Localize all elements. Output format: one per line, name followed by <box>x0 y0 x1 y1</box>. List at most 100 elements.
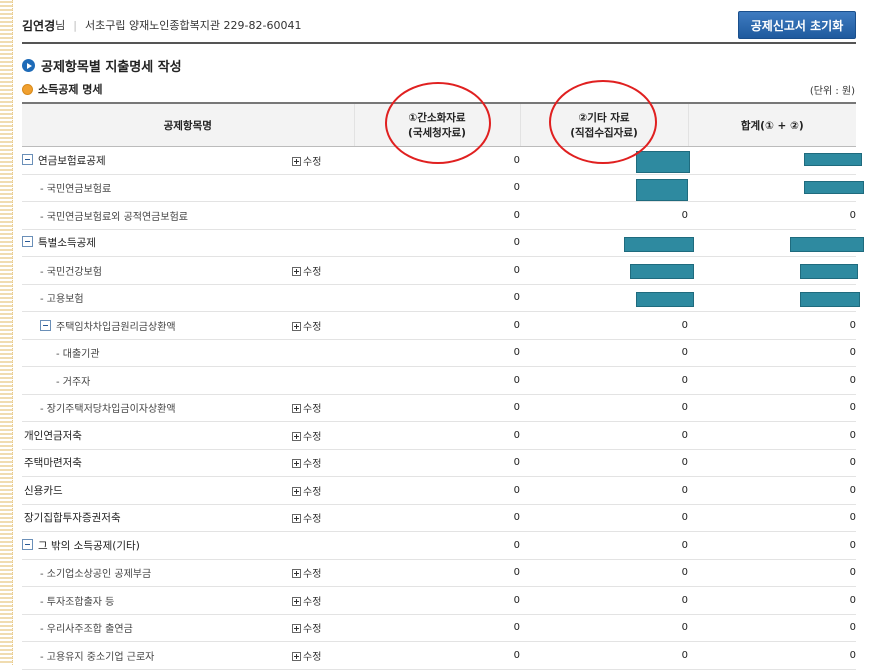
simple-value: 0 <box>354 586 520 615</box>
sum-value: 0 <box>688 586 856 615</box>
edit-button[interactable]: 수정 <box>303 459 321 470</box>
sum-value: 0 <box>688 504 856 532</box>
collapse-icon[interactable] <box>22 538 33 550</box>
row-label: 개인연금저축 <box>24 429 82 442</box>
plus-icon <box>292 321 301 331</box>
row-label: 장기집합투자증권저축 <box>24 512 121 525</box>
other-value: 0 <box>520 421 688 450</box>
sum-value <box>688 284 860 312</box>
table-row: - 국민연금보험료 0 <box>22 174 864 202</box>
edit-button[interactable]: 수정 <box>303 487 321 498</box>
section-title-text: 공제항목별 지출명세 작성 <box>41 60 182 75</box>
simple-value: 0 <box>354 366 520 395</box>
edit-button[interactable]: 수정 <box>303 597 321 608</box>
row-label: - 대출기관 <box>56 349 100 361</box>
other-value <box>520 229 694 257</box>
sub-title: 소득공제 명세 <box>22 81 103 97</box>
sum-value: 0 <box>688 476 856 505</box>
collapse-icon[interactable] <box>22 236 33 248</box>
simple-value: 0 <box>354 256 520 285</box>
organization-info: 서초구립 양재노인종합복지관 229-82-60041 <box>84 19 302 32</box>
other-value: 0 <box>520 366 688 395</box>
edit-button[interactable]: 수정 <box>303 404 321 415</box>
row-label: - 고용보험 <box>40 294 84 306</box>
sum-value: 0 <box>688 394 856 422</box>
table-row: - 우리사주조합 출연금 수정 0 0 0 <box>22 614 856 642</box>
other-value: 0 <box>520 476 688 505</box>
arrow-circle-icon <box>22 59 35 72</box>
edit-button[interactable]: 수정 <box>303 432 321 443</box>
deduction-table: 공제항목명 ①간소화자료 (국세청자료) ②기타 자료 (직접수집자료) 합계(① … <box>22 102 864 670</box>
table-row: - 대출기관 0 0 0 <box>22 339 856 367</box>
sum-value: 0 <box>688 201 856 230</box>
simple-value: 0 <box>354 394 520 422</box>
simple-value: 0 <box>354 311 520 340</box>
plus-icon <box>292 596 301 606</box>
edit-button[interactable]: 수정 <box>303 624 321 635</box>
table-row: 개인연금저축 수정 0 0 0 <box>22 421 856 450</box>
other-value: 0 <box>520 504 688 532</box>
sum-value: 0 <box>688 421 856 450</box>
row-label: - 국민건강보험 <box>40 266 102 278</box>
edit-button[interactable]: 수정 <box>303 157 321 168</box>
sub-title-text: 소득공제 명세 <box>38 83 103 96</box>
table-row: - 소기업소상공인 공제부금 수정 0 0 0 <box>22 559 856 587</box>
other-value <box>520 256 694 285</box>
edit-button[interactable]: 수정 <box>303 267 321 278</box>
other-value: 0 <box>520 311 688 340</box>
row-label: 연금보험료공제 <box>38 154 106 167</box>
row-label: - 장기주택저당차입금이자상환액 <box>40 404 176 416</box>
edit-button[interactable]: 수정 <box>303 652 321 663</box>
table-row: 신용카드 수정 0 0 0 <box>22 476 856 505</box>
plus-icon <box>292 156 301 166</box>
edit-button[interactable]: 수정 <box>303 514 321 525</box>
simple-value: 0 <box>354 449 520 477</box>
sum-value: 0 <box>688 531 856 560</box>
row-label: 주택임차차입금원리금상환액 <box>56 321 176 333</box>
redacted-block <box>800 264 858 279</box>
simple-value: 0 <box>354 339 520 367</box>
row-label: - 우리사주조합 출연금 <box>40 624 133 636</box>
sum-value: 0 <box>688 449 856 477</box>
row-label: - 거주자 <box>56 376 91 388</box>
edit-button[interactable]: 수정 <box>303 322 321 333</box>
unit-label: (단위 : 원) <box>809 86 855 97</box>
plus-icon <box>292 569 301 579</box>
row-label: 신용카드 <box>24 484 63 497</box>
simple-value: 0 <box>354 504 520 532</box>
other-value: 0 <box>520 531 688 560</box>
redacted-block <box>636 151 690 173</box>
other-value: 0 <box>520 559 688 587</box>
table-row: 그 밖의 소득공제(기타) 0 0 0 <box>22 531 856 560</box>
header-other: ②기타 자료 (직접수집자료) <box>519 102 688 147</box>
sum-value: 0 <box>688 366 856 395</box>
plus-icon <box>292 266 301 276</box>
collapse-icon[interactable] <box>40 319 51 331</box>
table-row: 특별소득공제 0 <box>22 229 864 257</box>
table-row: 연금보험료공제 수정 0 <box>22 146 862 175</box>
simple-value: 0 <box>354 476 520 505</box>
table-row: - 장기주택저당차입금이자상환액 수정 0 0 0 <box>22 394 856 422</box>
header-simple: ①간소화자료 (국세청자료) <box>353 102 520 147</box>
table-row: - 투자조합출자 등 수정 0 0 0 <box>22 586 856 615</box>
reset-declaration-button[interactable]: 공제신고서 초기화 <box>738 11 856 39</box>
table-row: 주택임차차입금원리금상환액 수정 0 0 0 <box>22 311 856 340</box>
plus-icon <box>292 624 301 634</box>
simple-value: 0 <box>354 614 520 642</box>
redacted-block <box>800 291 860 307</box>
sum-value <box>688 229 864 257</box>
collapse-icon[interactable] <box>22 153 33 165</box>
simple-value: 0 <box>354 146 520 175</box>
row-label: 특별소득공제 <box>38 237 96 250</box>
other-value <box>520 174 688 202</box>
plus-icon <box>292 486 301 496</box>
redacted-block <box>636 291 694 307</box>
table-header-row: 공제항목명 ①간소화자료 (국세청자료) ②기타 자료 (직접수집자료) 합계(① … <box>22 102 856 147</box>
other-value: 0 <box>520 614 688 642</box>
sum-value <box>688 256 858 285</box>
table-row: - 고용보험 0 <box>22 284 860 312</box>
row-label: 주택마련저축 <box>24 457 82 470</box>
user-suffix: 님 <box>55 19 66 32</box>
edit-button[interactable]: 수정 <box>303 569 321 580</box>
table-row: - 국민연금보험료외 공적연금보험료 0 0 0 <box>22 201 856 230</box>
